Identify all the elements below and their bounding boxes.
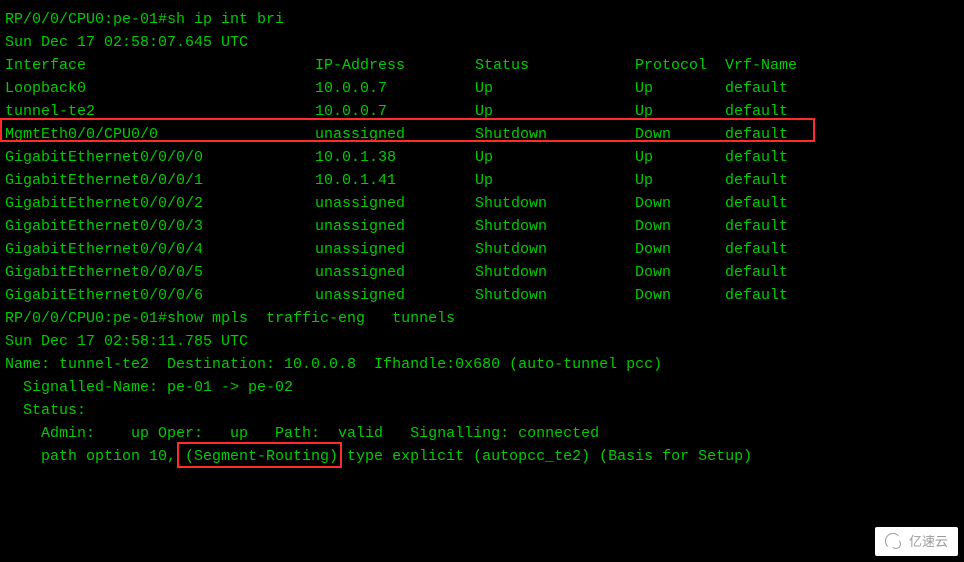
cell-ip: unassigned xyxy=(315,238,475,261)
interface-table-body: Loopback010.0.0.7UpUpdefaulttunnel-te210… xyxy=(5,77,959,307)
table-header: Interface IP-Address Status Protocol Vrf… xyxy=(5,54,959,77)
cell-protocol: Down xyxy=(635,238,725,261)
status-detail: Admin: up Oper: up Path: valid Signallin… xyxy=(5,422,959,445)
cell-ip: unassigned xyxy=(315,284,475,307)
table-row: Loopback010.0.0.7UpUpdefault xyxy=(5,77,959,100)
command-line-2: RP/0/0/CPU0:pe-01#show mpls traffic-eng … xyxy=(5,307,959,330)
table-row: GigabitEthernet0/0/0/110.0.1.41UpUpdefau… xyxy=(5,169,959,192)
header-vrf: Vrf-Name xyxy=(725,54,959,77)
watermark: 亿速云 xyxy=(875,527,958,556)
cell-vrf: default xyxy=(725,123,959,146)
cell-status: Up xyxy=(475,100,635,123)
cell-status: Up xyxy=(475,146,635,169)
cell-interface: GigabitEthernet0/0/0/2 xyxy=(5,192,315,215)
cell-status: Up xyxy=(475,169,635,192)
header-interface: Interface xyxy=(5,54,315,77)
cell-status: Shutdown xyxy=(475,238,635,261)
cell-vrf: default xyxy=(725,146,959,169)
cell-status: Shutdown xyxy=(475,284,635,307)
cell-protocol: Down xyxy=(635,192,725,215)
cell-interface: GigabitEthernet0/0/0/4 xyxy=(5,238,315,261)
cell-ip: unassigned xyxy=(315,123,475,146)
cell-interface: GigabitEthernet0/0/0/6 xyxy=(5,284,315,307)
cell-protocol: Up xyxy=(635,77,725,100)
signalled-name-line: Signalled-Name: pe-01 -> pe-02 xyxy=(5,376,959,399)
cell-vrf: default xyxy=(725,169,959,192)
cell-ip: unassigned xyxy=(315,215,475,238)
header-protocol: Protocol xyxy=(635,54,725,77)
cell-interface: tunnel-te2 xyxy=(5,100,315,123)
cell-protocol: Up xyxy=(635,100,725,123)
cell-ip: 10.0.1.41 xyxy=(315,169,475,192)
cell-interface: GigabitEthernet0/0/0/1 xyxy=(5,169,315,192)
cell-vrf: default xyxy=(725,238,959,261)
cell-interface: Loopback0 xyxy=(5,77,315,100)
path-option-line: path option 10, (Segment-Routing) type e… xyxy=(5,445,959,468)
cell-protocol: Down xyxy=(635,123,725,146)
cell-interface: GigabitEthernet0/0/0/5 xyxy=(5,261,315,284)
cell-ip: unassigned xyxy=(315,192,475,215)
watermark-logo-icon xyxy=(885,533,903,551)
cell-status: Shutdown xyxy=(475,192,635,215)
watermark-text: 亿速云 xyxy=(909,530,948,553)
header-status: Status xyxy=(475,54,635,77)
cell-status: Shutdown xyxy=(475,215,635,238)
cell-vrf: default xyxy=(725,215,959,238)
table-row: GigabitEthernet0/0/0/4unassignedShutdown… xyxy=(5,238,959,261)
cell-protocol: Up xyxy=(635,146,725,169)
table-row: GigabitEthernet0/0/0/010.0.1.38UpUpdefau… xyxy=(5,146,959,169)
cell-status: Shutdown xyxy=(475,261,635,284)
cell-vrf: default xyxy=(725,261,959,284)
table-row: GigabitEthernet0/0/0/2unassignedShutdown… xyxy=(5,192,959,215)
tunnel-name-line: Name: tunnel-te2 Destination: 10.0.0.8 I… xyxy=(5,353,959,376)
cell-interface: MgmtEth0/0/CPU0/0 xyxy=(5,123,315,146)
cell-protocol: Up xyxy=(635,169,725,192)
timestamp-2: Sun Dec 17 02:58:11.785 UTC xyxy=(5,330,959,353)
cell-protocol: Down xyxy=(635,284,725,307)
command-line-1: RP/0/0/CPU0:pe-01#sh ip int bri xyxy=(5,8,959,31)
status-header: Status: xyxy=(5,399,959,422)
cell-ip: 10.0.0.7 xyxy=(315,77,475,100)
table-row: GigabitEthernet0/0/0/3unassignedShutdown… xyxy=(5,215,959,238)
table-row: tunnel-te210.0.0.7UpUpdefault xyxy=(5,100,959,123)
table-row: GigabitEthernet0/0/0/6unassignedShutdown… xyxy=(5,284,959,307)
cell-ip: unassigned xyxy=(315,261,475,284)
cell-ip: 10.0.0.7 xyxy=(315,100,475,123)
cell-protocol: Down xyxy=(635,261,725,284)
cell-ip: 10.0.1.38 xyxy=(315,146,475,169)
cell-vrf: default xyxy=(725,77,959,100)
cell-interface: GigabitEthernet0/0/0/0 xyxy=(5,146,315,169)
cell-vrf: default xyxy=(725,192,959,215)
cell-vrf: default xyxy=(725,100,959,123)
header-ip: IP-Address xyxy=(315,54,475,77)
table-row: MgmtEth0/0/CPU0/0unassignedShutdownDownd… xyxy=(5,123,959,146)
timestamp-1: Sun Dec 17 02:58:07.645 UTC xyxy=(5,31,959,54)
cell-protocol: Down xyxy=(635,215,725,238)
cell-status: Up xyxy=(475,77,635,100)
table-row: GigabitEthernet0/0/0/5unassignedShutdown… xyxy=(5,261,959,284)
cell-interface: GigabitEthernet0/0/0/3 xyxy=(5,215,315,238)
cell-vrf: default xyxy=(725,284,959,307)
cell-status: Shutdown xyxy=(475,123,635,146)
